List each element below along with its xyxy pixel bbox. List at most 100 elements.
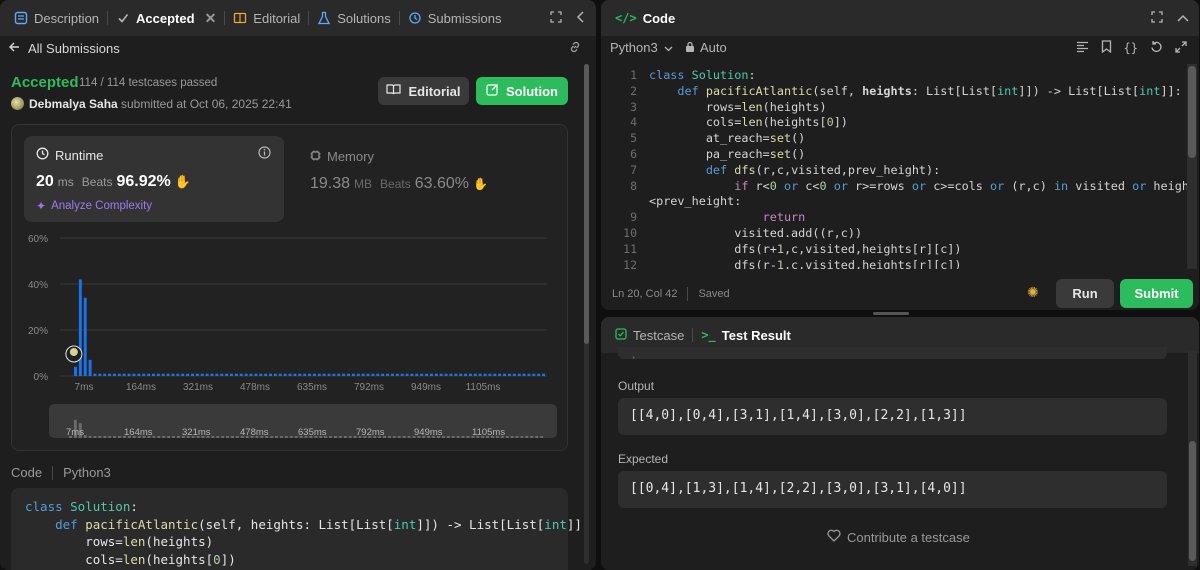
bar — [395, 373, 399, 376]
submit-button[interactable]: Submit — [1120, 279, 1193, 308]
tab-submissions-label: Submissions — [427, 10, 502, 26]
bar — [293, 373, 297, 376]
tab-submissions[interactable]: Submissions — [402, 0, 508, 36]
panel-resize-handle[interactable] — [873, 312, 909, 315]
editor-tool-icons: {} — [1076, 40, 1187, 56]
bar — [127, 373, 131, 376]
tab-accepted-label: Accepted — [136, 10, 195, 26]
chevron-left-icon[interactable] — [576, 10, 586, 26]
tab-testcase-label: Testcase — [633, 327, 685, 343]
chip-icon — [310, 149, 321, 164]
bar — [498, 373, 502, 376]
test-scrollbar-thumb[interactable] — [1189, 441, 1196, 561]
book-open-icon — [386, 83, 402, 99]
mini-bar — [216, 436, 220, 438]
arrow-left-icon — [8, 41, 20, 56]
run-button-label: Run — [1072, 286, 1098, 301]
cursor-status: Ln 20, Col 42 Saved — [612, 287, 730, 301]
maximize-icon[interactable] — [1151, 10, 1163, 26]
braces-icon[interactable]: {} — [1124, 41, 1138, 55]
debug-icon[interactable]: ✺ — [1027, 284, 1039, 301]
editor-code-line: rows=len(heights) — [649, 99, 827, 114]
runtime-values: 20 ms Beats 96.92% ✋ — [36, 173, 191, 191]
bar — [468, 373, 472, 376]
bar — [454, 373, 458, 376]
code-editor[interactable]: 12345678 9 10 11 12 class Solution: def pac… — [601, 64, 1187, 269]
bar — [98, 373, 102, 376]
bar — [517, 373, 521, 376]
memory-unit: MB — [354, 177, 373, 191]
left-scrollbar-thumb[interactable] — [584, 64, 589, 344]
editor-code-line: <prev_height: — [649, 194, 742, 209]
submitted-code-line: def pacificAtlantic(self, heights: List[… — [55, 516, 590, 532]
link-icon[interactable] — [568, 40, 582, 57]
contribute-testcase-link[interactable]: Contribute a testcase — [827, 529, 970, 545]
output-label: Output — [618, 379, 655, 393]
avatar[interactable] — [11, 97, 24, 110]
tab-code[interactable]: </> Code — [609, 0, 681, 36]
reset-icon[interactable] — [1150, 40, 1163, 56]
mini-bar — [525, 436, 529, 438]
bookmark-icon[interactable] — [1101, 40, 1112, 56]
output-value: [[4,0],[0,4],[3,1],[1,4],[3,0],[2,2],[1,… — [630, 408, 967, 423]
tab-accepted[interactable]: Accepted ✕ — [110, 0, 222, 36]
runtime-box[interactable]: Runtime 20 ms Beats 96.92% ✋ ✦ Analyze C… — [24, 136, 284, 222]
mini-bar — [157, 436, 161, 438]
bar — [507, 373, 511, 376]
y-tick-label: 0% — [34, 372, 49, 383]
mini-bar — [284, 436, 288, 438]
bar — [488, 373, 492, 376]
tab-editorial[interactable]: Editorial — [227, 0, 306, 36]
fullscreen-icon[interactable] — [1175, 40, 1187, 56]
memory-box[interactable]: Memory 19.38 MB Beats 63.60% ✋ — [298, 136, 538, 222]
runtime-unit: ms — [57, 175, 74, 189]
tab-divider — [224, 11, 226, 25]
format-icon[interactable] — [1076, 41, 1089, 56]
info-icon[interactable] — [258, 146, 271, 162]
bar — [376, 373, 380, 376]
range-scrubber[interactable]: 7ms 164ms 321ms 478ms 635ms 792ms 949ms 1105ms — [49, 404, 557, 438]
tab-solutions[interactable]: Solutions — [311, 0, 396, 36]
maximize-icon[interactable] — [550, 10, 562, 26]
editor-scrollbar-thumb[interactable] — [1188, 66, 1196, 158]
editor-code-line: return — [762, 210, 806, 225]
code-title: Code — [642, 10, 676, 26]
mini-x-tick-label: 949ms — [414, 427, 443, 438]
close-tab-icon[interactable]: ✕ — [205, 10, 217, 27]
auto-mode[interactable]: Auto — [685, 40, 727, 55]
description-icon — [14, 11, 28, 25]
bar — [195, 373, 199, 376]
bar — [351, 373, 355, 376]
mini-bar — [118, 436, 122, 438]
solution-button[interactable]: Solution — [476, 77, 568, 105]
y-tick-label: 60% — [28, 234, 48, 245]
back-row[interactable]: All Submissions — [8, 38, 120, 58]
run-button[interactable]: Run — [1056, 279, 1114, 308]
chevron-up-icon[interactable] — [1177, 11, 1189, 26]
bar — [83, 297, 87, 376]
bar — [220, 373, 224, 376]
bar — [473, 373, 477, 376]
editorial-button-label: Editorial — [408, 83, 461, 99]
username[interactable]: Debmalya Saha — [29, 97, 118, 111]
analyze-complexity-link[interactable]: ✦ Analyze Complexity — [36, 199, 152, 213]
bar — [191, 373, 194, 376]
mini-bar — [113, 436, 117, 438]
bar — [254, 373, 258, 376]
input-value-clipped: · · · · · · · · · · · · · · · · · · · · … — [630, 347, 1164, 359]
language-select[interactable]: Python3 — [610, 40, 673, 55]
line-number — [601, 194, 637, 210]
bar — [78, 279, 82, 376]
editor-code-line: pa_reach=set() — [649, 146, 806, 161]
mini-x-tick-label: 792ms — [356, 427, 385, 438]
tab-description[interactable]: Description — [8, 0, 105, 36]
editorial-button[interactable]: Editorial — [378, 77, 469, 105]
mini-bar — [235, 436, 239, 438]
testcases-passed: 114 / 114 testcases passed — [79, 77, 218, 89]
submitted-text: submitted at Oct 06, 2025 22:41 — [121, 97, 292, 111]
bar — [308, 373, 311, 376]
x-tick-label: 949ms — [411, 382, 441, 393]
bar — [425, 373, 429, 376]
x-tick-label: 321ms — [183, 382, 213, 393]
x-tick-label: 1105ms — [466, 382, 501, 393]
